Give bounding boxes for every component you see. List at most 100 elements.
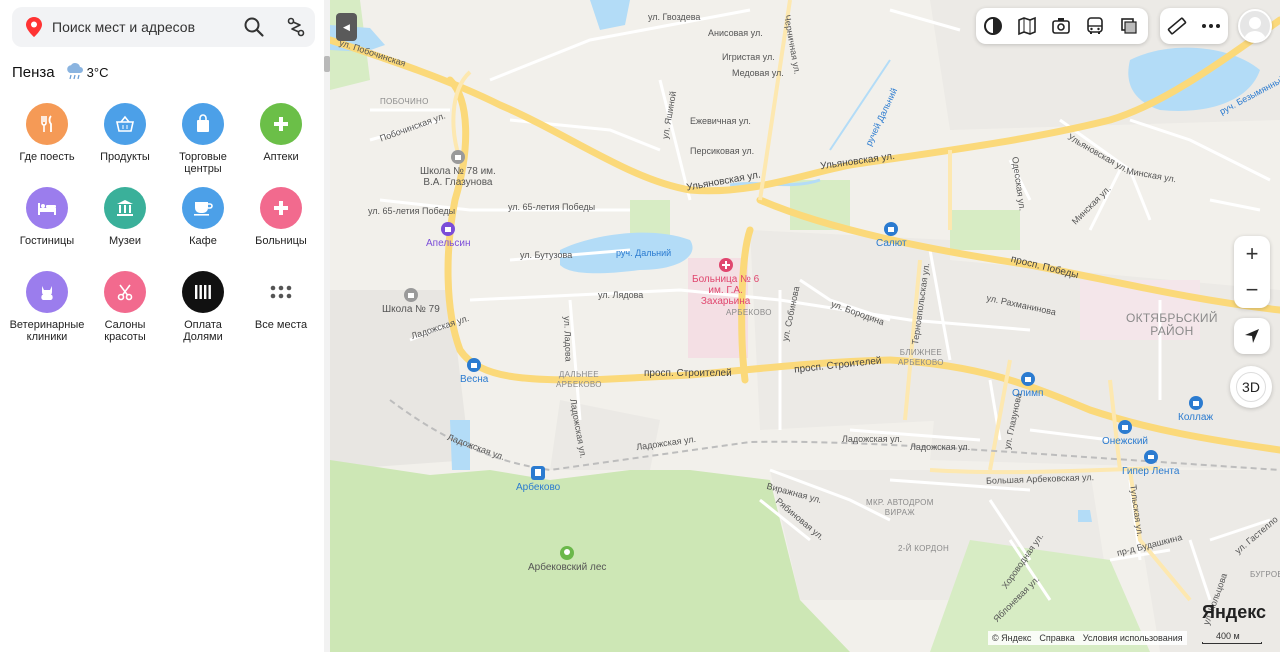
- district-label: ДАЛЬНЕЕ АРБЕКОВО: [556, 370, 602, 389]
- street-label: ул. Лядова: [598, 290, 644, 300]
- category-food[interactable]: Где поесть: [8, 103, 86, 163]
- category-hotels[interactable]: Гостиницы: [8, 187, 86, 247]
- poi-kollazh[interactable]: Коллаж: [1178, 396, 1213, 423]
- poi-arbekovsky-forest[interactable]: Арбековский лес: [528, 546, 606, 573]
- plus-icon: [260, 103, 302, 145]
- shopping-bag-icon: [1020, 372, 1035, 386]
- street-label: Медовая ул.: [732, 68, 784, 78]
- shopping-bag-icon: [441, 222, 456, 236]
- category-hospitals[interactable]: Больницы: [242, 187, 320, 247]
- tree-icon: [560, 546, 575, 560]
- search-icon[interactable]: [243, 16, 265, 38]
- collapse-sidebar-button[interactable]: ◀: [336, 13, 357, 41]
- scrollbar-thumb[interactable]: [324, 56, 330, 72]
- street-label: Персиковая ул.: [690, 146, 755, 156]
- poi-label: Гипер Лента: [1122, 466, 1180, 477]
- poi-label: Больница № 6 им. Г.А. Захарьина: [692, 274, 760, 307]
- district-label: БУГРОВ: [1250, 570, 1280, 579]
- search-input[interactable]: [52, 7, 237, 47]
- poi-giper-lenta[interactable]: Гипер Лента: [1122, 450, 1179, 477]
- poi-hospital-6[interactable]: Больница № 6 им. Г.А. Захарьина: [692, 258, 759, 307]
- city-name[interactable]: Пенза: [12, 64, 55, 81]
- school-icon: [403, 288, 418, 302]
- sidebar-scrollbar[interactable]: [324, 0, 330, 652]
- category-groceries[interactable]: Продукты: [86, 103, 164, 163]
- navigation-arrow-icon: [1245, 329, 1259, 343]
- category-pharmacies[interactable]: Аптеки: [242, 103, 320, 163]
- category-label: Кафе: [189, 235, 217, 247]
- map-tools-toolbar: [1160, 8, 1228, 44]
- copyright-text[interactable]: © Яндекс: [992, 633, 1031, 643]
- help-link[interactable]: Справка: [1039, 633, 1074, 643]
- layers-icon: [1121, 18, 1137, 34]
- poi-onezhsky[interactable]: Онежский: [1102, 420, 1148, 447]
- cat-icon: [26, 271, 68, 313]
- poi-label: Олимп: [1012, 388, 1044, 399]
- layers-button[interactable]: [1112, 8, 1146, 44]
- street-label: ул. 65-летия Победы: [368, 206, 456, 216]
- poi-apelsin[interactable]: Апельсин: [426, 222, 470, 249]
- category-malls[interactable]: Торговые центры: [164, 103, 242, 175]
- user-avatar[interactable]: [1238, 9, 1272, 43]
- map-canvas[interactable]: ул. Гвоздева Анисовая ул. Игристая ул. М…: [330, 0, 1280, 652]
- basket-icon: [104, 103, 146, 145]
- poi-vesna[interactable]: Весна: [460, 358, 488, 385]
- route-icon[interactable]: [285, 16, 307, 38]
- category-museums[interactable]: Музеи: [86, 187, 164, 247]
- more-button[interactable]: [1194, 8, 1228, 44]
- bed-icon: [26, 187, 68, 229]
- shopping-bag-icon: [884, 222, 899, 236]
- category-label: Аптеки: [263, 151, 299, 163]
- scheme-layer-button[interactable]: [976, 8, 1010, 44]
- category-label-2: Долями: [183, 331, 223, 343]
- zoom-out-button[interactable]: −: [1234, 272, 1270, 308]
- poi-school-79[interactable]: Школа № 79: [382, 288, 440, 315]
- category-label-2: центры: [184, 163, 222, 175]
- map-book-icon: [1018, 16, 1036, 36]
- photos-button[interactable]: [1044, 8, 1078, 44]
- 3d-label: 3D: [1236, 372, 1266, 402]
- zoom-in-button[interactable]: +: [1234, 236, 1270, 272]
- poi-label: Салют: [876, 238, 907, 249]
- poi-label: Весна: [460, 374, 489, 385]
- district-label: 2-Й КОРДОН: [898, 544, 950, 553]
- transport-button[interactable]: [1078, 8, 1112, 44]
- poi-school-78[interactable]: Школа № 78 им. В.А. Глазунова: [420, 150, 496, 188]
- category-beauty-salons[interactable]: Салоны красоты: [86, 271, 164, 343]
- 3d-button[interactable]: 3D: [1230, 366, 1272, 408]
- district-label: ПОБОЧИНО: [380, 97, 429, 106]
- coffee-cup-icon: [182, 187, 224, 229]
- poi-salyut[interactable]: Салют: [876, 222, 907, 249]
- chevron-left-icon: ◀: [343, 21, 350, 32]
- plus-icon: [260, 187, 302, 229]
- street-label: Анисовая ул.: [708, 28, 763, 38]
- weather-widget[interactable]: Пенза 3°C: [12, 62, 108, 82]
- poi-label: Школа № 78 им. В.А. Глазунова: [420, 166, 496, 188]
- district-label: МКР. АВТОДРОМ ВИРАЖ: [866, 498, 934, 517]
- category-dolyami[interactable]: Оплата Долями: [164, 271, 242, 343]
- category-label: Продукты: [100, 151, 150, 163]
- poi-label: Апельсин: [426, 238, 471, 249]
- street-label: Ладожская ул.: [910, 442, 971, 452]
- poi-label: Коллаж: [1178, 412, 1214, 423]
- category-vet-clinics[interactable]: Ветеринарные клиники: [8, 271, 86, 343]
- category-label: Ветеринарные: [9, 319, 85, 331]
- scale-bar: [1202, 642, 1262, 644]
- fork-knife-icon: [26, 103, 68, 145]
- camera-icon: [1052, 18, 1070, 34]
- category-all-places[interactable]: Все места: [242, 271, 320, 331]
- poi-arbekovo-station[interactable]: Арбеково: [516, 466, 560, 493]
- yandex-maps-app: Пенза 3°C Где поесть Продукты: [0, 0, 1280, 652]
- category-label: Где поесть: [19, 151, 75, 163]
- train-station-icon: [531, 466, 546, 480]
- category-label-2: клиники: [26, 331, 68, 343]
- temperature: 3°C: [86, 64, 109, 80]
- geolocation-button[interactable]: [1234, 318, 1270, 354]
- category-cafe[interactable]: Кафе: [164, 187, 242, 247]
- poi-olimp[interactable]: Олимп: [1012, 372, 1043, 399]
- category-label: Оплата: [184, 319, 222, 331]
- ruler-button[interactable]: [1160, 8, 1194, 44]
- circle-layer-icon: [984, 17, 1002, 35]
- panorama-button[interactable]: [1010, 8, 1044, 44]
- terms-link[interactable]: Условия использования: [1083, 633, 1183, 643]
